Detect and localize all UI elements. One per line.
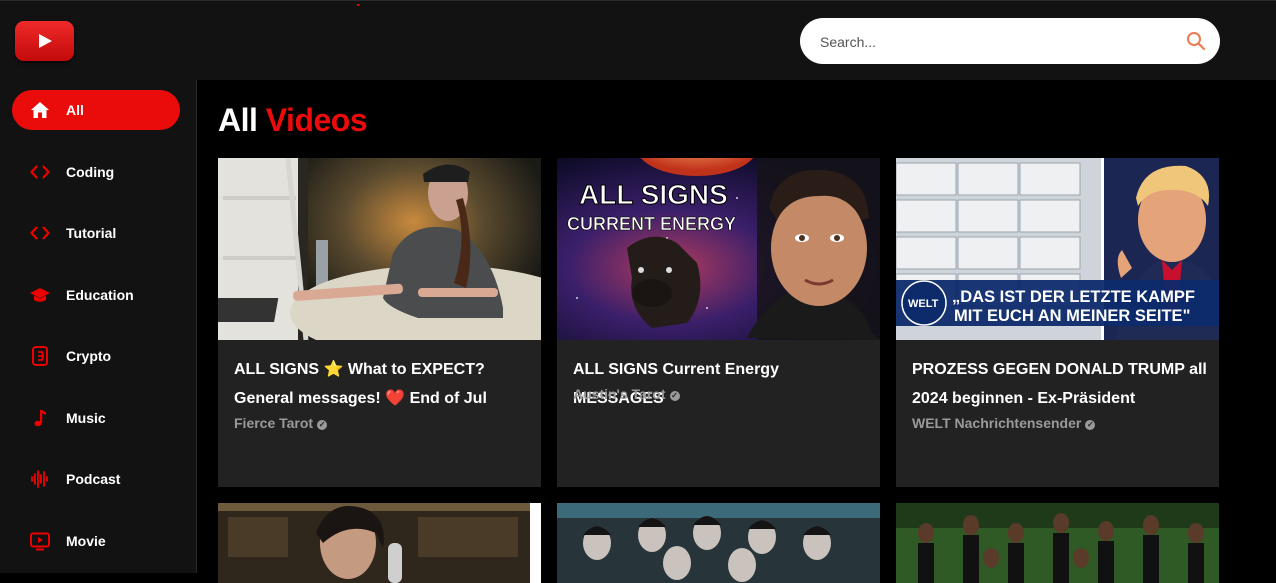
search-icon[interactable]	[1186, 31, 1206, 51]
home-icon	[31, 102, 49, 118]
welt-logo: WELT	[908, 298, 939, 310]
video-card[interactable]	[218, 503, 541, 583]
video-card[interactable]: WELT „DAS IST DER LETZTE KAMPF MIT EUCH …	[896, 158, 1219, 487]
page-title-part2: Videos	[265, 102, 368, 138]
sidebar-item-education[interactable]: Education	[12, 275, 180, 315]
sidebar-item-label: Podcast	[66, 471, 121, 487]
page-title: All Videos	[218, 102, 368, 139]
tv-play-icon	[30, 532, 50, 551]
sidebar-item-label: Tutorial	[66, 225, 117, 241]
sidebar-item-label: Coding	[66, 164, 115, 180]
video-card[interactable]: ALL SIGNS ⭐ What to EXPECT? General mess…	[218, 158, 541, 487]
video-title[interactable]: ALL SIGNS Current Energy MESSAGES	[573, 355, 868, 413]
video-title[interactable]: ALL SIGNS ⭐ What to EXPECT? General mess…	[234, 355, 529, 413]
thumb-text-1: ALL SIGNS	[579, 179, 728, 210]
thumb-text-1: „DAS IST DER LETZTE KAMPF	[952, 288, 1195, 306]
code-icon	[30, 226, 50, 240]
channel-name[interactable]: WELT Nachrichtensender ✓	[912, 415, 1096, 431]
channel-name[interactable]: Fierce Tarot ✓	[234, 415, 328, 431]
sidebar-item-label: Education	[66, 287, 134, 303]
play-icon	[39, 34, 52, 48]
heart-emoji-icon: ❤️	[385, 390, 406, 407]
thumb-text-2: MIT EUCH AN MEINER SEITE"	[954, 307, 1190, 325]
sidebar-item-tutorial[interactable]: Tutorial	[12, 213, 180, 253]
sidebar-item-podcast[interactable]: Podcast	[12, 459, 180, 499]
video-thumbnail[interactable]	[218, 503, 541, 583]
sidebar-item-music[interactable]: Music	[12, 398, 180, 438]
code-icon	[30, 165, 50, 179]
sidebar-item-label: Music	[66, 410, 106, 426]
music-note-icon	[34, 410, 46, 427]
video-title[interactable]: PROZESS GEGEN DONALD TRUMP all 2024 begi…	[912, 355, 1207, 413]
sidebar-item-label: All	[66, 102, 84, 118]
video-card[interactable]	[896, 503, 1219, 583]
video-thumbnail[interactable]	[557, 503, 880, 583]
video-thumbnail[interactable]: ALL SIGNS CURRENT ENERGY	[557, 158, 880, 340]
thumb-text-2: CURRENT ENERGY	[567, 214, 736, 234]
video-thumbnail[interactable]	[896, 503, 1219, 583]
sidebar-item-crypto[interactable]: Crypto	[12, 336, 180, 376]
video-card[interactable]	[557, 503, 880, 583]
sidebar-item-all[interactable]: All	[12, 90, 180, 130]
top-bar	[0, 0, 1276, 80]
sidebar-item-label: Crypto	[66, 348, 112, 364]
star-emoji-icon: ⭐	[323, 361, 344, 378]
sidebar-item-movie[interactable]: Movie	[12, 521, 180, 561]
play-logo[interactable]	[15, 21, 74, 61]
channel-name[interactable]: Austin's Tarot ✓	[573, 386, 680, 402]
video-card[interactable]: ALL SIGNS CURRENT ENERGY ALL SIGNS Curre…	[557, 158, 880, 487]
decorative-dot	[357, 4, 359, 6]
verified-icon: ✓	[317, 420, 328, 430]
video-thumbnail[interactable]: WELT „DAS IST DER LETZTE KAMPF MIT EUCH …	[896, 158, 1219, 340]
sidebar-item-coding[interactable]: Coding	[12, 152, 180, 192]
search-bar	[800, 18, 1220, 64]
search-input[interactable]	[818, 30, 1162, 54]
podcast-wave-icon	[31, 470, 48, 488]
graduation-cap-icon	[30, 288, 50, 302]
video-thumbnail[interactable]	[218, 158, 541, 340]
sidebar: All Coding Tutorial Education Crypto Mus…	[0, 80, 197, 573]
sidebar-item-label: Movie	[66, 533, 106, 549]
page-title-part1: All	[218, 102, 258, 138]
bitcoin-icon	[32, 346, 48, 366]
verified-icon: ✓	[669, 391, 680, 401]
verified-icon: ✓	[1085, 420, 1096, 430]
